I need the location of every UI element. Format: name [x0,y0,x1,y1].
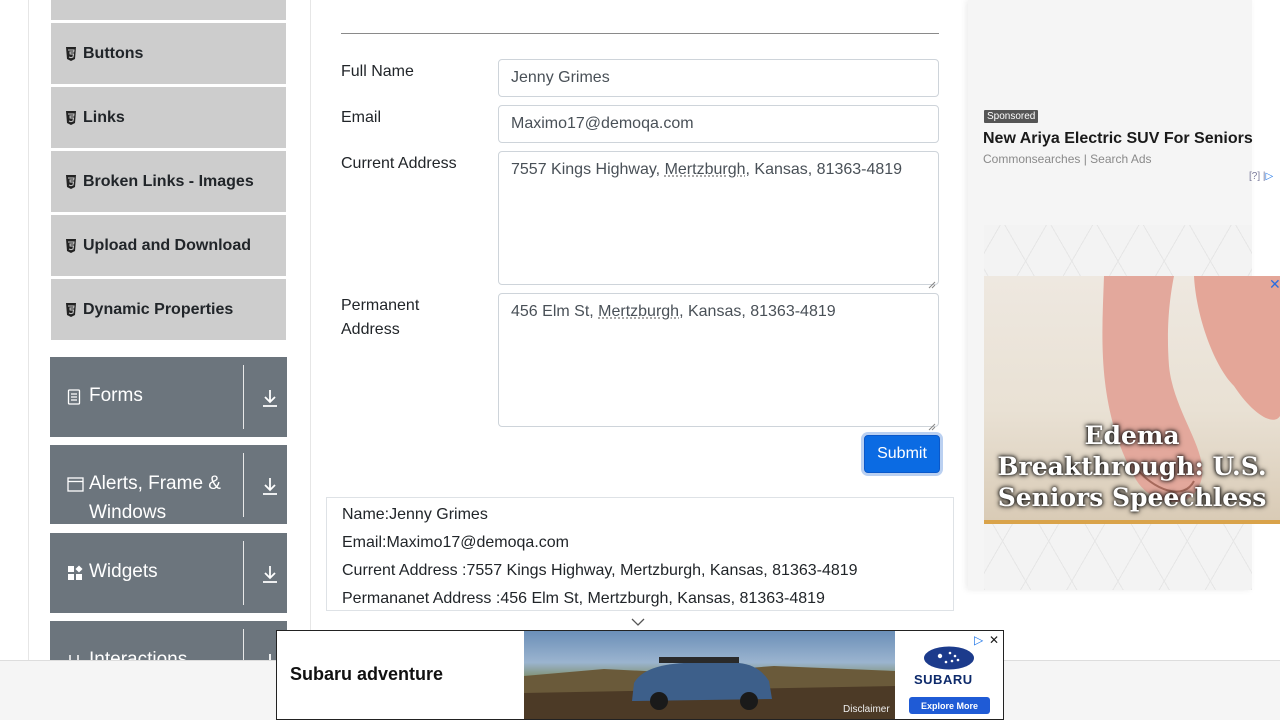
permanent-address-label: Permanent [341,297,420,314]
disclaimer-text: Disclaimer [843,704,890,715]
banner-photo [524,631,895,719]
download-icon[interactable] [261,387,279,409]
spellcheck-word: Mertzburgh [598,303,680,320]
close-icon[interactable]: ✕ [1269,276,1280,293]
window-icon [67,477,84,493]
permanent-address-textarea[interactable]: 456 Elm St, Mertzburgh, Kansas, 81363-48… [498,293,939,431]
resize-handle-icon[interactable] [928,274,936,289]
permanent-address-text-end: , Kansas, 81363-4819 [679,303,836,320]
sidebar-item-dynamic-properties[interactable]: Dynamic Properties [51,279,286,340]
html5-icon [65,110,77,125]
sidebar-item-upload-download[interactable]: Upload and Download [51,215,286,276]
full-name-input[interactable]: Jenny Grimes [498,59,939,97]
current-address-label: Current Address [341,155,457,172]
html5-icon [65,302,77,317]
permanent-address-text: 456 Elm St, [511,303,599,320]
sidebar-item-links[interactable]: Links [51,87,286,148]
ad-headline-link[interactable]: New Ariya Electric SUV For Seniors [983,130,1253,148]
ad-caption-line2: Breakthrough: U.S. [997,452,1267,481]
adchoices-icon: ▷ [1265,171,1274,182]
current-address-textarea[interactable]: 7557 Kings Highway, Mertzburgh, Kansas, … [498,151,939,289]
sidebar-item-label: Broken Links - Images [83,172,254,190]
divider [243,541,244,605]
output-panel: Name:Jenny Grimes Email:Maximo17@demoqa.… [326,497,954,611]
sidebar-group-label: Forms [89,385,143,406]
ad-caption-line1: Edema [1084,421,1180,450]
sidebar-item-label: Upload and Download [83,236,251,254]
resize-handle-icon[interactable] [928,416,936,431]
sidebar-item-label: Buttons [83,44,144,62]
sidebar-item-broken-links[interactable]: Broken Links - Images [51,151,286,212]
ad-caption-line3: Seniors Speechless [997,483,1267,512]
explore-more-button[interactable]: Explore More [909,697,990,714]
ad-source: Commonsearches | Search Ads [983,152,1152,166]
ad-image[interactable]: Edema Breakthrough: U.S. Seniors Speechl… [984,276,1280,524]
brand-name: SUBARU [914,672,973,687]
submit-button[interactable]: Submit [864,435,940,473]
sidebar-group-label-line2: Windows [89,502,167,523]
sidebar-group-label: Widgets [89,561,158,582]
ad-image-caption: Edema Breakthrough: U.S. Seniors Speechl… [984,420,1280,513]
chevron-down-icon[interactable] [631,614,645,626]
email-label: Email [341,109,382,126]
close-icon[interactable]: ✕ [989,633,999,647]
spellcheck-word: Mertzburgh [664,161,746,178]
download-icon[interactable] [261,563,279,585]
subaru-banner-ad[interactable]: Subaru adventure Disclaimer SUBARU Explo… [276,630,1004,720]
adchoices-icon[interactable]: ▷ [974,633,983,647]
divider [243,453,244,517]
sidebar-item-label: Links [83,108,125,126]
full-name-label: Full Name [341,63,414,80]
download-icon[interactable] [261,475,279,497]
sidebar-group-alerts-frame-windows[interactable]: Alerts, Frame & Windows [50,445,287,524]
sidebar-item-label: Dynamic Properties [83,300,234,318]
sidebar-group-widgets[interactable]: Widgets [50,533,287,613]
output-permanent-address: Permananet Address :456 Elm St, Mertzbur… [342,590,825,607]
sidebar-item-top[interactable] [51,0,286,20]
html5-icon [65,238,77,253]
output-email: Email:Maximo17@demoqa.com [342,534,569,551]
section-divider [341,33,939,34]
divider [243,365,244,429]
ad-help-text: [?] [1249,171,1261,182]
sidebar-group-forms[interactable]: Forms [50,357,287,437]
current-address-text: 7557 Kings Highway, [511,161,665,178]
output-current-address: Current Address :7557 Kings Highway, Mer… [342,562,858,579]
banner-title: Subaru adventure [290,664,444,684]
output-name: Name:Jenny Grimes [342,506,488,523]
permanent-address-label-line2: Address [341,321,400,338]
html5-icon [65,46,77,61]
widgets-icon [67,565,83,581]
html5-icon [65,174,77,189]
sponsored-badge: Sponsored [984,110,1039,123]
sidebar-group-label: Alerts, Frame & [89,473,221,494]
sidebar-item-buttons[interactable]: Buttons [51,23,286,84]
form-icon [67,389,83,405]
email-input[interactable]: Maximo17@demoqa.com [498,105,939,143]
current-address-text-end: , Kansas, 81363-4819 [745,161,903,178]
ad-help-link[interactable]: [?] |▷ [1249,171,1273,182]
